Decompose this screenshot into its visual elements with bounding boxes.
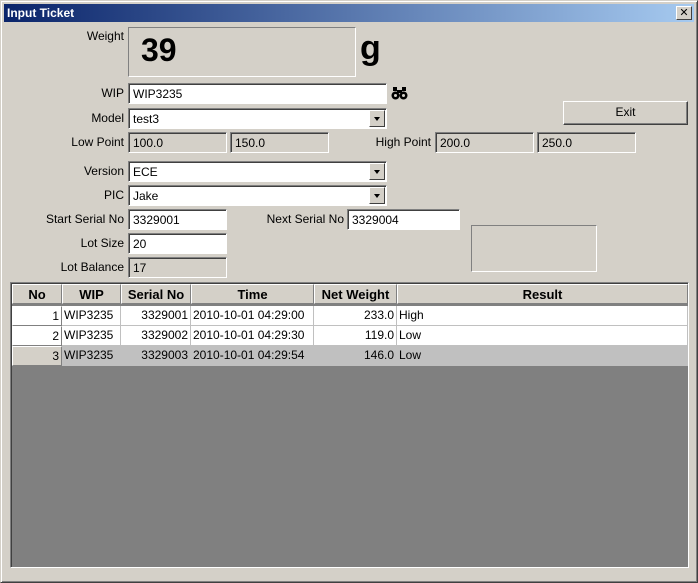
cell-serial: 3329002 (121, 326, 191, 346)
cell-result: Low (397, 326, 688, 346)
column-header-result[interactable]: Result (397, 284, 688, 304)
cell-wip: WIP3235 (62, 306, 121, 326)
start-serial-input[interactable]: 3329001 (128, 209, 227, 230)
lot-balance-label: Lot Balance (60, 260, 124, 274)
cell-time: 2010-10-01 04:29:00 (191, 306, 314, 326)
next-serial-input[interactable]: 3329004 (347, 209, 460, 230)
row-number[interactable]: 2 (12, 326, 62, 346)
cell-serial: 3329001 (121, 306, 191, 326)
column-header-wip[interactable]: WIP (62, 284, 121, 304)
exit-button[interactable]: Exit (563, 101, 688, 125)
table-row[interactable]: 1 WIP3235 3329001 2010-10-01 04:29:00 23… (12, 306, 688, 326)
status-panel (471, 225, 597, 272)
chevron-down-icon[interactable] (369, 163, 385, 180)
close-button[interactable]: ✕ (676, 6, 692, 20)
close-icon: ✕ (679, 6, 689, 19)
window-title: Input Ticket (7, 6, 75, 20)
table-row[interactable]: 2 WIP3235 3329002 2010-10-01 04:29:30 11… (12, 326, 688, 346)
high-point-label: High Point (375, 135, 431, 149)
results-grid[interactable]: No WIP Serial No Time Net Weight Result … (10, 282, 689, 568)
version-label: Version (83, 164, 124, 178)
row-number[interactable]: 3 (12, 346, 62, 366)
table-row-selected[interactable]: 3 WIP3235 3329003 2010-10-01 04:29:54 14… (12, 346, 688, 366)
input-ticket-window: Input Ticket ✕ Weight 39 g WIP WIP3235 M… (0, 0, 698, 583)
low-point-label: Low Point (71, 135, 124, 149)
lot-size-label: Lot Size (80, 236, 124, 250)
wip-label: WIP (101, 86, 124, 100)
model-select[interactable]: test3 (128, 108, 387, 129)
wip-input[interactable]: WIP3235 (128, 83, 387, 104)
grid-header-row: No WIP Serial No Time Net Weight Result (12, 284, 688, 304)
chevron-down-icon[interactable] (369, 110, 385, 127)
pic-label: PIC (103, 188, 124, 202)
cell-wip: WIP3235 (62, 346, 121, 366)
high-point-field-1: 200.0 (435, 132, 534, 153)
cell-net-weight: 146.0 (314, 346, 397, 366)
cell-wip: WIP3235 (62, 326, 121, 346)
weight-label: Weight (86, 29, 124, 43)
version-select[interactable]: ECE (128, 161, 387, 182)
column-header-time[interactable]: Time (191, 284, 314, 304)
row-number[interactable]: 1 (12, 306, 62, 326)
cell-time: 2010-10-01 04:29:30 (191, 326, 314, 346)
weight-display: 39 (128, 27, 356, 77)
column-header-net-weight[interactable]: Net Weight (314, 284, 397, 304)
high-point-field-2: 250.0 (537, 132, 636, 153)
title-bar[interactable]: Input Ticket ✕ (4, 4, 694, 22)
cell-result: High (397, 306, 688, 326)
binoculars-icon[interactable] (391, 86, 409, 100)
cell-time: 2010-10-01 04:29:54 (191, 346, 314, 366)
column-header-no[interactable]: No (12, 284, 62, 304)
low-point-field-1: 100.0 (128, 132, 227, 153)
cell-net-weight: 119.0 (314, 326, 397, 346)
lot-balance-field: 17 (128, 257, 227, 278)
cell-net-weight: 233.0 (314, 306, 397, 326)
version-select-value: ECE (133, 165, 158, 179)
column-header-serial[interactable]: Serial No (121, 284, 191, 304)
pic-select[interactable]: Jake (128, 185, 387, 206)
lot-size-input[interactable]: 20 (128, 233, 227, 254)
next-serial-label: Next Serial No (266, 212, 344, 226)
low-point-field-2: 150.0 (230, 132, 329, 153)
start-serial-label: Start Serial No (45, 212, 124, 226)
model-label: Model (91, 111, 124, 125)
cell-result: Low (397, 346, 688, 366)
chevron-down-icon[interactable] (369, 187, 385, 204)
model-select-value: test3 (133, 112, 160, 126)
cell-serial: 3329003 (121, 346, 191, 366)
weight-unit: g (360, 29, 381, 67)
pic-select-value: Jake (133, 189, 159, 203)
